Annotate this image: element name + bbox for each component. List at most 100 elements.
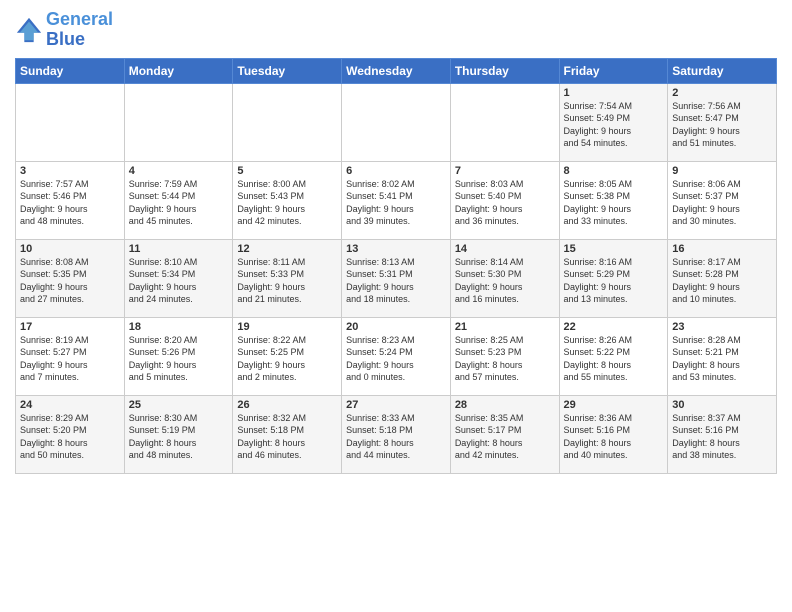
- day-number: 12: [237, 243, 337, 255]
- day-info: Sunrise: 8:33 AM Sunset: 5:18 PM Dayligh…: [346, 412, 446, 462]
- weekday-header: Sunday: [16, 58, 125, 83]
- calendar-cell: 27Sunrise: 8:33 AM Sunset: 5:18 PM Dayli…: [342, 395, 451, 473]
- day-info: Sunrise: 8:05 AM Sunset: 5:38 PM Dayligh…: [564, 178, 664, 228]
- calendar-table: SundayMondayTuesdayWednesdayThursdayFrid…: [15, 58, 777, 474]
- day-number: 3: [20, 165, 120, 177]
- day-info: Sunrise: 7:56 AM Sunset: 5:47 PM Dayligh…: [672, 100, 772, 150]
- calendar-week-row: 24Sunrise: 8:29 AM Sunset: 5:20 PM Dayli…: [16, 395, 777, 473]
- weekday-header: Thursday: [450, 58, 559, 83]
- day-number: 20: [346, 321, 446, 333]
- calendar-cell: 21Sunrise: 8:25 AM Sunset: 5:23 PM Dayli…: [450, 317, 559, 395]
- calendar-cell: 7Sunrise: 8:03 AM Sunset: 5:40 PM Daylig…: [450, 161, 559, 239]
- calendar-cell: 15Sunrise: 8:16 AM Sunset: 5:29 PM Dayli…: [559, 239, 668, 317]
- day-info: Sunrise: 8:00 AM Sunset: 5:43 PM Dayligh…: [237, 178, 337, 228]
- weekday-header: Monday: [124, 58, 233, 83]
- calendar-cell: [16, 83, 125, 161]
- day-info: Sunrise: 8:37 AM Sunset: 5:16 PM Dayligh…: [672, 412, 772, 462]
- calendar-week-row: 17Sunrise: 8:19 AM Sunset: 5:27 PM Dayli…: [16, 317, 777, 395]
- day-info: Sunrise: 8:32 AM Sunset: 5:18 PM Dayligh…: [237, 412, 337, 462]
- day-number: 22: [564, 321, 664, 333]
- calendar-cell: 8Sunrise: 8:05 AM Sunset: 5:38 PM Daylig…: [559, 161, 668, 239]
- calendar-cell: 13Sunrise: 8:13 AM Sunset: 5:31 PM Dayli…: [342, 239, 451, 317]
- day-number: 5: [237, 165, 337, 177]
- calendar-cell: 14Sunrise: 8:14 AM Sunset: 5:30 PM Dayli…: [450, 239, 559, 317]
- weekday-header: Wednesday: [342, 58, 451, 83]
- day-info: Sunrise: 7:54 AM Sunset: 5:49 PM Dayligh…: [564, 100, 664, 150]
- day-info: Sunrise: 8:02 AM Sunset: 5:41 PM Dayligh…: [346, 178, 446, 228]
- day-info: Sunrise: 8:06 AM Sunset: 5:37 PM Dayligh…: [672, 178, 772, 228]
- day-number: 1: [564, 87, 664, 99]
- header-row: SundayMondayTuesdayWednesdayThursdayFrid…: [16, 58, 777, 83]
- calendar-cell: 30Sunrise: 8:37 AM Sunset: 5:16 PM Dayli…: [668, 395, 777, 473]
- day-number: 18: [129, 321, 229, 333]
- calendar-week-row: 1Sunrise: 7:54 AM Sunset: 5:49 PM Daylig…: [16, 83, 777, 161]
- calendar-cell: 25Sunrise: 8:30 AM Sunset: 5:19 PM Dayli…: [124, 395, 233, 473]
- calendar-week-row: 10Sunrise: 8:08 AM Sunset: 5:35 PM Dayli…: [16, 239, 777, 317]
- day-number: 10: [20, 243, 120, 255]
- logo-icon: [15, 16, 43, 44]
- calendar-cell: 23Sunrise: 8:28 AM Sunset: 5:21 PM Dayli…: [668, 317, 777, 395]
- calendar-cell: 9Sunrise: 8:06 AM Sunset: 5:37 PM Daylig…: [668, 161, 777, 239]
- day-number: 11: [129, 243, 229, 255]
- calendar-cell: 6Sunrise: 8:02 AM Sunset: 5:41 PM Daylig…: [342, 161, 451, 239]
- day-number: 4: [129, 165, 229, 177]
- day-info: Sunrise: 7:57 AM Sunset: 5:46 PM Dayligh…: [20, 178, 120, 228]
- day-info: Sunrise: 8:30 AM Sunset: 5:19 PM Dayligh…: [129, 412, 229, 462]
- logo-general: General: [46, 9, 113, 29]
- calendar-week-row: 3Sunrise: 7:57 AM Sunset: 5:46 PM Daylig…: [16, 161, 777, 239]
- calendar-cell: 2Sunrise: 7:56 AM Sunset: 5:47 PM Daylig…: [668, 83, 777, 161]
- day-number: 30: [672, 399, 772, 411]
- calendar-cell: [342, 83, 451, 161]
- calendar-cell: 22Sunrise: 8:26 AM Sunset: 5:22 PM Dayli…: [559, 317, 668, 395]
- header: General Blue: [15, 10, 777, 50]
- logo-text: General Blue: [46, 10, 113, 50]
- calendar-cell: 16Sunrise: 8:17 AM Sunset: 5:28 PM Dayli…: [668, 239, 777, 317]
- day-info: Sunrise: 8:10 AM Sunset: 5:34 PM Dayligh…: [129, 256, 229, 306]
- calendar-cell: 12Sunrise: 8:11 AM Sunset: 5:33 PM Dayli…: [233, 239, 342, 317]
- day-number: 28: [455, 399, 555, 411]
- day-info: Sunrise: 8:22 AM Sunset: 5:25 PM Dayligh…: [237, 334, 337, 384]
- calendar-cell: 1Sunrise: 7:54 AM Sunset: 5:49 PM Daylig…: [559, 83, 668, 161]
- day-info: Sunrise: 8:08 AM Sunset: 5:35 PM Dayligh…: [20, 256, 120, 306]
- day-number: 24: [20, 399, 120, 411]
- day-number: 13: [346, 243, 446, 255]
- day-number: 21: [455, 321, 555, 333]
- calendar-cell: 10Sunrise: 8:08 AM Sunset: 5:35 PM Dayli…: [16, 239, 125, 317]
- calendar-cell: 4Sunrise: 7:59 AM Sunset: 5:44 PM Daylig…: [124, 161, 233, 239]
- calendar-cell: [233, 83, 342, 161]
- day-info: Sunrise: 8:03 AM Sunset: 5:40 PM Dayligh…: [455, 178, 555, 228]
- calendar-cell: [450, 83, 559, 161]
- calendar-cell: 17Sunrise: 8:19 AM Sunset: 5:27 PM Dayli…: [16, 317, 125, 395]
- day-number: 25: [129, 399, 229, 411]
- day-info: Sunrise: 8:16 AM Sunset: 5:29 PM Dayligh…: [564, 256, 664, 306]
- weekday-header: Tuesday: [233, 58, 342, 83]
- day-info: Sunrise: 8:25 AM Sunset: 5:23 PM Dayligh…: [455, 334, 555, 384]
- day-info: Sunrise: 8:35 AM Sunset: 5:17 PM Dayligh…: [455, 412, 555, 462]
- day-info: Sunrise: 8:13 AM Sunset: 5:31 PM Dayligh…: [346, 256, 446, 306]
- day-info: Sunrise: 8:14 AM Sunset: 5:30 PM Dayligh…: [455, 256, 555, 306]
- calendar-cell: 11Sunrise: 8:10 AM Sunset: 5:34 PM Dayli…: [124, 239, 233, 317]
- day-info: Sunrise: 8:11 AM Sunset: 5:33 PM Dayligh…: [237, 256, 337, 306]
- day-number: 17: [20, 321, 120, 333]
- day-number: 27: [346, 399, 446, 411]
- day-info: Sunrise: 8:19 AM Sunset: 5:27 PM Dayligh…: [20, 334, 120, 384]
- day-info: Sunrise: 8:36 AM Sunset: 5:16 PM Dayligh…: [564, 412, 664, 462]
- day-number: 29: [564, 399, 664, 411]
- day-number: 9: [672, 165, 772, 177]
- day-number: 7: [455, 165, 555, 177]
- day-info: Sunrise: 7:59 AM Sunset: 5:44 PM Dayligh…: [129, 178, 229, 228]
- day-number: 19: [237, 321, 337, 333]
- logo: General Blue: [15, 10, 113, 50]
- calendar-cell: [124, 83, 233, 161]
- weekday-header: Saturday: [668, 58, 777, 83]
- day-number: 2: [672, 87, 772, 99]
- page-container: General Blue SundayMondayTuesdayWednesda…: [0, 0, 792, 484]
- calendar-cell: 20Sunrise: 8:23 AM Sunset: 5:24 PM Dayli…: [342, 317, 451, 395]
- day-number: 26: [237, 399, 337, 411]
- calendar-cell: 28Sunrise: 8:35 AM Sunset: 5:17 PM Dayli…: [450, 395, 559, 473]
- calendar-cell: 3Sunrise: 7:57 AM Sunset: 5:46 PM Daylig…: [16, 161, 125, 239]
- day-info: Sunrise: 8:23 AM Sunset: 5:24 PM Dayligh…: [346, 334, 446, 384]
- calendar-cell: 29Sunrise: 8:36 AM Sunset: 5:16 PM Dayli…: [559, 395, 668, 473]
- logo-blue: Blue: [46, 29, 85, 49]
- weekday-header: Friday: [559, 58, 668, 83]
